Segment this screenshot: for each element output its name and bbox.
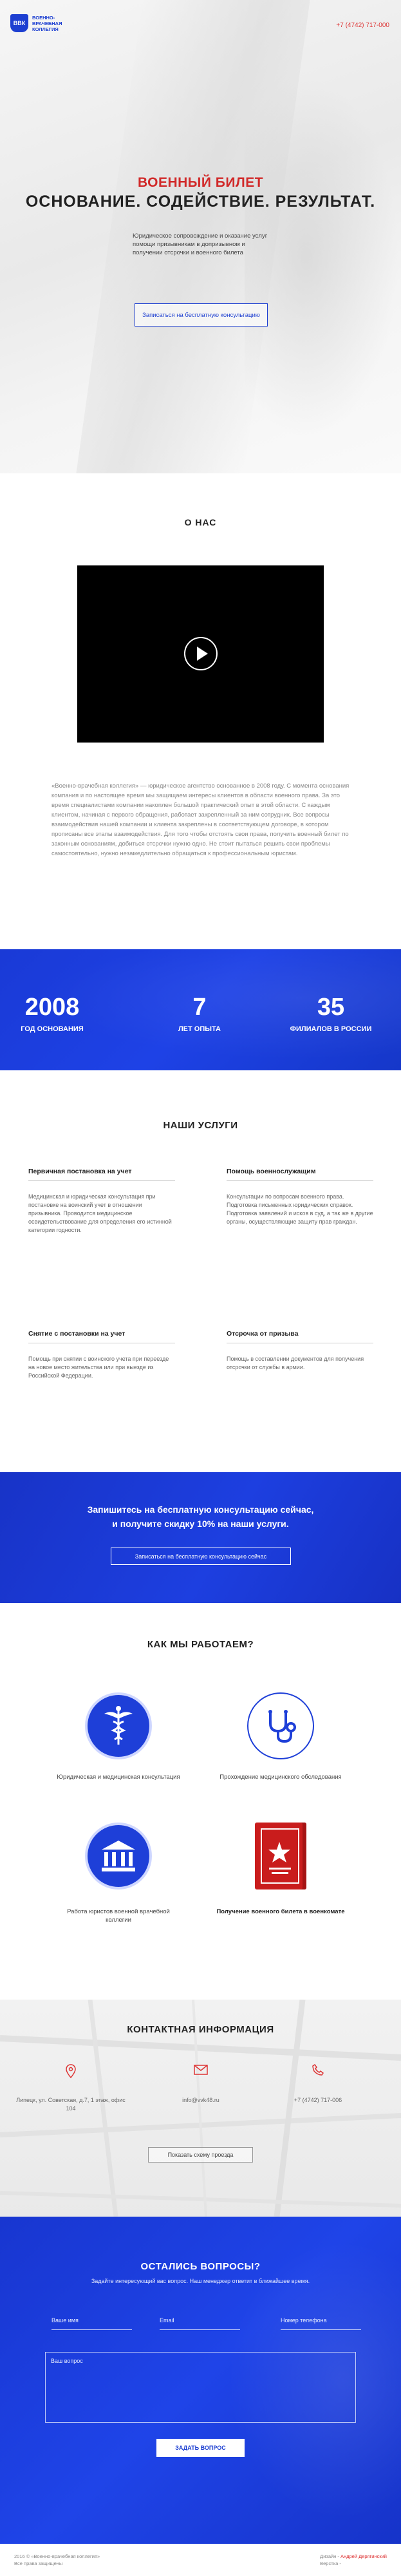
contacts-title: КОНТАКТНАЯ ИНФОРМАЦИЯ xyxy=(127,2024,274,2035)
header-phone-link[interactable]: +7 (4742) 717-000 xyxy=(336,22,389,29)
caduceus-icon xyxy=(85,1692,152,1759)
phone-field[interactable]: Номер телефона xyxy=(281,2315,361,2330)
stat-branches: 35 ФИЛИАЛОВ В РОССИИ xyxy=(273,993,389,1033)
about-text: «Военно-врачебная коллегия» — юридическо… xyxy=(51,782,350,857)
name-field[interactable]: Ваше имя xyxy=(51,2315,132,2330)
dev-credit: Верстка - xyxy=(320,2561,341,2566)
stat-experience: 7 ЛЕТ ОПЫТА xyxy=(142,993,257,1033)
stat-number: 2008 xyxy=(24,994,80,1021)
how-title: КАК МЫ РАБОТАЕМ? xyxy=(147,1639,254,1650)
mail-icon xyxy=(143,2064,259,2083)
service-deferment[interactable]: Отсрочка от призыва Помощь в составлении… xyxy=(227,1330,373,1372)
contact-email: info@vvk48.ru xyxy=(143,2064,259,2105)
service-primary-registration[interactable]: Первичная постановка на учет Медицинская… xyxy=(28,1168,175,1235)
cta-consultation-button[interactable]: Записаться на бесплатную консультацию се… xyxy=(111,1548,291,1565)
courthouse-icon xyxy=(85,1823,152,1889)
cta-section: Запишитесь на бесплатную консультацию се… xyxy=(0,1472,401,1603)
questions-title: ОСТАЛИСЬ ВОПРОСЫ? xyxy=(140,2261,261,2272)
stat-founded: 2008 ГОД ОСНОВАНИЯ xyxy=(0,993,110,1033)
service-description: Помощь в составлении документов для полу… xyxy=(227,1356,364,1370)
how-step-label: Работа юристов военной врачебной коллеги… xyxy=(67,1908,170,1924)
logo[interactable]: ВВК Военно-врачебная коллегия xyxy=(10,14,77,32)
stat-label: ФИЛИАЛОВ В РОССИИ xyxy=(290,1025,372,1033)
hero-consultation-button[interactable]: Записаться на бесплатную консультацию xyxy=(135,303,268,327)
footer-copyright: 2016 © «Военно-врачебная коллегия» Все п… xyxy=(14,2553,100,2567)
stat-label: ЛЕТ ОПЫТА xyxy=(178,1025,221,1033)
logo-badge: ВВК xyxy=(10,14,28,32)
location-pin-icon xyxy=(13,2064,129,2083)
service-name: Снятие с постановки на учет xyxy=(28,1330,175,1343)
about-title: О НАС xyxy=(184,517,217,527)
copyright-text: 2016 © «Военно-врачебная коллегия» xyxy=(14,2553,100,2559)
questions-subtitle: Задайте интересующий вас вопрос. Наш мен… xyxy=(91,2278,310,2284)
phone-link[interactable]: +7 (4742) 717-006 xyxy=(260,2096,376,2105)
stat-label: ГОД ОСНОВАНИЯ xyxy=(21,1025,84,1033)
footer: 2016 © «Военно-врачебная коллегия» Все п… xyxy=(0,2544,401,2576)
service-description: Медицинская и юридическая консультация п… xyxy=(28,1193,172,1233)
hero-section: ВВК Военно-врачебная коллегия +7 (4742) … xyxy=(0,0,401,473)
cta-line-1: Запишитесь на бесплатную консультацию се… xyxy=(87,1504,314,1515)
email-field[interactable]: Email xyxy=(160,2315,240,2330)
contact-address: Липецк, ул. Советская, д.7, 1 этаж, офис… xyxy=(13,2064,129,2113)
phone-icon xyxy=(260,2063,376,2083)
how-step-label: Получение военного билета в военкомате xyxy=(216,1908,345,1915)
service-name: Отсрочка от призыва xyxy=(227,1330,373,1343)
hero-description: Юридическое сопровождение и оказание усл… xyxy=(133,232,268,256)
how-step-label: Прохождение медицинского обследования xyxy=(219,1774,342,1781)
service-name: Помощь военнослужащим xyxy=(227,1168,373,1181)
contact-phone: +7 (4742) 717-006 xyxy=(260,2063,376,2105)
service-description: Консультации по вопросам военного права.… xyxy=(227,1193,373,1225)
cta-line-2: и получите скидку 10% на наши услуги. xyxy=(112,1519,289,1529)
show-map-button[interactable]: Показать схему проезда xyxy=(148,2147,253,2163)
page: ВВК Военно-врачебная коллегия +7 (4742) … xyxy=(0,0,401,2576)
hero-background-shadow xyxy=(245,77,399,438)
stethoscope-icon xyxy=(247,1692,314,1759)
stats-section: 2008 ГОД ОСНОВАНИЯ 7 ЛЕТ ОПЫТА 35 ФИЛИАЛ… xyxy=(0,949,401,1070)
email-link[interactable]: info@vvk48.ru xyxy=(143,2096,259,2105)
military-id-icon xyxy=(255,1823,306,1889)
logo-text: Военно-врачебная коллегия xyxy=(32,14,62,32)
questions-section: ОСТАЛИСЬ ВОПРОСЫ? Задайте интересующий в… xyxy=(0,2217,401,2544)
contacts-section: КОНТАКТНАЯ ИНФОРМАЦИЯ Липецк, ул. Советс… xyxy=(0,2000,401,2217)
service-description: Помощь при снятии с воинского учета при … xyxy=(28,1356,169,1379)
service-deregistration[interactable]: Снятие с постановки на учет Помощь при с… xyxy=(28,1330,175,1380)
hero-title-red: ВОЕННЫЙ БИЛЕТ xyxy=(137,175,264,190)
rights-text: Все права защищены xyxy=(14,2561,63,2566)
how-step-label: Юридическая и медицинская консультация xyxy=(57,1774,180,1781)
address-text: Липецк, ул. Советская, д.7, 1 этаж, офис… xyxy=(16,2097,126,2112)
service-military-help[interactable]: Помощь военнослужащим Консультации по во… xyxy=(227,1168,373,1226)
service-name: Первичная постановка на учет xyxy=(28,1168,175,1181)
question-textarea[interactable]: Ваш вопрос xyxy=(45,2352,356,2423)
footer-credits: Дизайн - Андрей Дерягинский Верстка - xyxy=(320,2553,387,2567)
about-video[interactable] xyxy=(77,565,324,743)
designer-link[interactable]: Андрей Дерягинский xyxy=(340,2553,387,2559)
stat-number: 7 xyxy=(192,994,207,1021)
design-credit: Дизайн - Андрей Дерягинский xyxy=(320,2553,387,2560)
design-prefix: Дизайн - xyxy=(320,2553,340,2559)
services-title: НАШИ УСЛУГИ xyxy=(163,1120,238,1131)
submit-question-button[interactable]: ЗАДАТЬ ВОПРОС xyxy=(156,2439,245,2457)
stat-number: 35 xyxy=(317,994,345,1021)
hero-title-main: ОСНОВАНИЕ. СОДЕЙСТВИЕ. РЕЗУЛЬТАТ. xyxy=(25,193,376,211)
play-icon[interactable] xyxy=(184,637,218,670)
